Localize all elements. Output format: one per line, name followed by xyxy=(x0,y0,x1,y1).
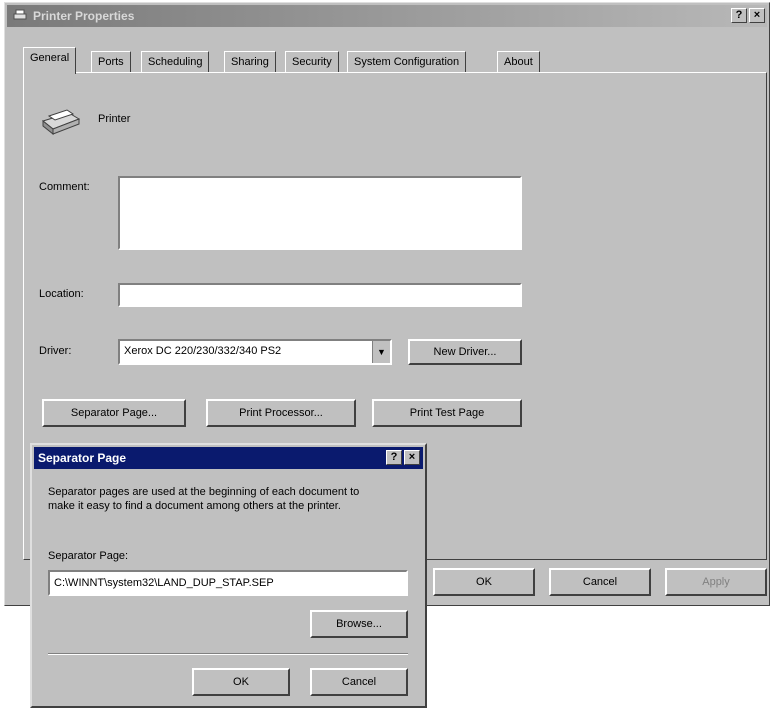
comment-field[interactable] xyxy=(118,176,522,250)
printer-icon xyxy=(13,9,27,20)
separator-page-dialog: Separator Page ? × Separator pages are u… xyxy=(30,443,427,708)
dialog-divider xyxy=(48,653,408,655)
separator-page-field-label: Separator Page: xyxy=(48,550,129,562)
dialog-ok-button[interactable]: OK xyxy=(192,668,290,696)
help-button[interactable]: ? xyxy=(731,8,747,23)
dialog-description: Separator pages are used at the beginnin… xyxy=(48,486,360,512)
tab-sharing[interactable]: Sharing xyxy=(224,51,276,73)
dialog-cancel-button[interactable]: Cancel xyxy=(310,668,408,696)
new-driver-button[interactable]: New Driver... xyxy=(408,339,522,365)
print-processor-button[interactable]: Print Processor... xyxy=(206,399,356,427)
driver-select[interactable]: Xerox DC 220/230/332/340 PS2 ▼ xyxy=(118,339,392,365)
location-field[interactable] xyxy=(118,283,522,307)
tab-system-configuration[interactable]: System Configuration xyxy=(347,51,467,73)
print-test-page-button[interactable]: Print Test Page xyxy=(372,399,522,427)
tab-general[interactable]: General xyxy=(23,47,77,74)
printer-name: Printer xyxy=(98,113,131,125)
dialog-title: Separator Page xyxy=(38,451,127,465)
driver-label: Driver: xyxy=(39,345,72,357)
dialog-titlebar[interactable]: Separator Page ? × xyxy=(34,447,423,469)
location-label: Location: xyxy=(39,288,84,300)
dialog-help-button[interactable]: ? xyxy=(386,450,402,465)
separator-page-button[interactable]: Separator Page... xyxy=(42,399,186,427)
chevron-down-icon[interactable]: ▼ xyxy=(372,341,390,363)
window-titlebar[interactable]: Printer Properties ? × xyxy=(7,5,767,27)
tab-about[interactable]: About xyxy=(497,51,540,73)
tab-security[interactable]: Security xyxy=(285,51,339,73)
window-title: Printer Properties xyxy=(33,9,135,23)
tab-ports[interactable]: Ports xyxy=(91,51,131,73)
printer-large-icon xyxy=(41,109,81,135)
cancel-button[interactable]: Cancel xyxy=(549,568,651,596)
comment-label: Comment: xyxy=(39,181,90,193)
dialog-close-button[interactable]: × xyxy=(404,450,420,465)
driver-select-value: Xerox DC 220/230/332/340 PS2 xyxy=(124,345,282,357)
tab-scheduling[interactable]: Scheduling xyxy=(141,51,210,73)
browse-button[interactable]: Browse... xyxy=(310,610,408,638)
close-button[interactable]: × xyxy=(749,8,765,23)
apply-button[interactable]: Apply xyxy=(665,568,767,596)
separator-page-path-field[interactable]: C:\WINNT\system32\LAND_DUP_STAP.SEP xyxy=(48,570,408,596)
ok-button[interactable]: OK xyxy=(433,568,535,596)
